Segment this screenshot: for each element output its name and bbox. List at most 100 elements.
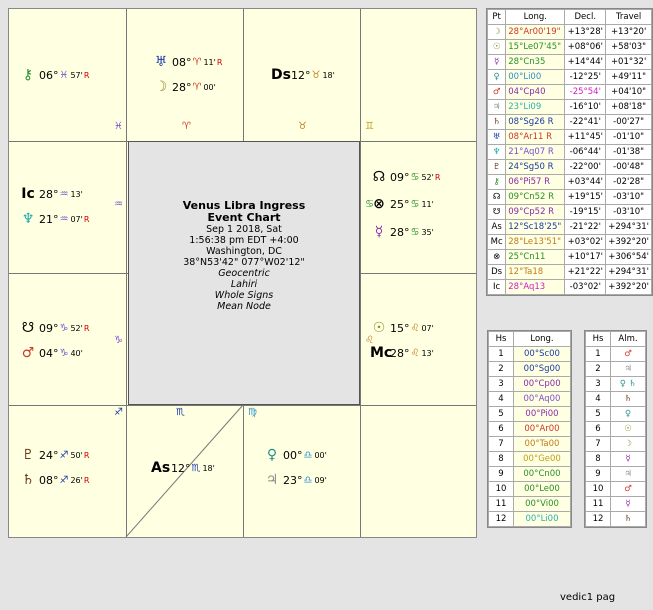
table-row: ♃ 23°Li09 -16°10' +08'18": [486, 99, 652, 115]
zodiac-icon: ♎: [303, 474, 313, 486]
table-row: ☿ 28°Cn35 +14°44' +01°32': [486, 54, 652, 70]
travel-cell: +01°32': [605, 54, 652, 70]
sign-h12-icon: ♒: [114, 199, 123, 210]
planet-icon: ☋: [486, 204, 507, 220]
planet-minute: 40': [70, 348, 83, 358]
house-number: 12: [585, 511, 611, 527]
longitude-cell: 24°Sg50 R: [505, 159, 566, 175]
planet-icon: ☿: [486, 54, 507, 70]
declination-cell: +11°45': [564, 129, 607, 145]
planet-minute: 50': [70, 450, 83, 460]
almuten-icon: ☉: [610, 421, 646, 437]
longitude-cell: 28°Ar00'19": [505, 24, 566, 40]
longitude-cell: 23°Li09: [505, 99, 566, 115]
table-row: 6 ☉: [585, 421, 646, 437]
retrograde-mark: R: [434, 172, 441, 182]
planet-position: ☋ 09° ♑ 52' R: [19, 320, 90, 336]
planet-degree: 06°: [39, 68, 59, 82]
table-row: ♆ 21°Aq07 R -06°44' -01'38": [486, 144, 652, 160]
planet-icon: ☽: [154, 79, 168, 95]
planet-minute: 07': [421, 323, 434, 333]
table-row: 9 ♃: [585, 466, 646, 482]
house-number: 6: [585, 421, 611, 437]
retrograde-mark: R: [216, 57, 223, 67]
declination-cell: +03°44': [564, 174, 607, 190]
table-row: 8 00°Ge00: [488, 451, 571, 467]
table-row: 10 ♂: [585, 481, 646, 497]
zodiac-icon: ♈: [192, 81, 202, 93]
declination-cell: +10°17': [564, 249, 607, 265]
planet-icon: ☋: [21, 320, 35, 336]
declination-cell: +19°15': [564, 189, 607, 205]
planet-minute: 52': [70, 323, 83, 333]
planet-degree: 23°: [283, 473, 303, 487]
house-number: 4: [585, 391, 611, 407]
chart-option: Whole Signs: [214, 290, 274, 301]
table-row: ♀ 00°Li00 -12°25' +49'11": [486, 69, 652, 85]
planet-degree: 09°: [39, 321, 59, 335]
planet-icon: ♀: [486, 69, 507, 85]
longitude-cell: 28°Cn35: [505, 54, 566, 70]
table-row: 3 ♀ ♄: [585, 376, 646, 392]
almuten-icon: ☿: [610, 451, 646, 467]
house-number: 3: [585, 376, 611, 392]
declination-cell: -22°41': [564, 114, 607, 130]
table-row: 8 ☿: [585, 451, 646, 467]
planet-icon: As: [151, 460, 171, 476]
chart-option: Lahiri: [230, 279, 258, 290]
declination-cell: -06°44': [564, 144, 607, 160]
table-row: Ds 12°Ta18 +21°22' +294°31': [486, 264, 652, 280]
planet-position: ♆ 21° ♒ 07' R: [19, 211, 90, 227]
zodiac-icon: ♎: [303, 449, 313, 461]
house-number: 3: [488, 376, 514, 392]
planet-position: Mc 28° ♌ 13': [370, 345, 434, 361]
almuten-icon: ☿: [610, 496, 646, 512]
planet-position: ♂ 04° ♑ 40': [19, 345, 83, 361]
table-header: Long.: [513, 331, 571, 347]
longitude-cell: 21°Aq07 R: [505, 144, 566, 160]
rasi-chart: Venus Libra Ingress Event Chart Sep 1 20…: [8, 8, 477, 538]
zodiac-icon: ♑: [59, 347, 69, 359]
longitude-cell: 04°Cp40: [505, 84, 566, 100]
planet-position: ☉ 15° ♌ 07': [370, 320, 434, 336]
zodiac-icon: ♑: [59, 322, 69, 334]
declination-cell: +13°28': [564, 24, 607, 40]
table-row: 11 00°Vi00: [488, 496, 571, 512]
sign-h10-icon: ♐: [114, 407, 123, 418]
chart-place: Washington, DC: [206, 246, 282, 257]
planet-icon: ☽: [486, 24, 507, 40]
table-row: 4 ♄: [585, 391, 646, 407]
table-row: ♂ 04°Cp40 -25°54' +04'10": [486, 84, 652, 100]
house-cusp: 00°Pi00: [513, 406, 571, 422]
travel-cell: +58'03": [605, 39, 652, 55]
zodiac-icon: ♌: [410, 322, 420, 334]
travel-cell: -00'48": [605, 159, 652, 175]
table-row: 12 ♄: [585, 511, 646, 527]
planet-degree: 28°: [172, 80, 192, 94]
table-row: 6 00°Ar00: [488, 421, 571, 437]
table-row: ☽ 28°Ar00'19" +13°28' +13°20': [486, 24, 652, 40]
chart-option: Geocentric: [218, 268, 270, 279]
travel-cell: +294°31': [605, 219, 652, 235]
planet-position: ♄ 08° ♐ 26' R: [19, 472, 90, 488]
zodiac-icon: ♐: [59, 449, 69, 461]
house-number: 10: [488, 481, 514, 497]
planet-degree: 12°: [171, 461, 191, 475]
planet-icon: ♅: [154, 54, 168, 70]
almuten-icon: ☽: [610, 436, 646, 452]
table-row: 1 00°Sc00: [488, 346, 571, 362]
chart-option: Mean Node: [217, 301, 271, 312]
planet-minute: 11': [203, 57, 216, 67]
declination-cell: -03°02': [564, 279, 607, 295]
sign-h8-icon: ♍: [248, 407, 257, 418]
table-row: 12 00°Li00: [488, 511, 571, 527]
planet-icon: As: [486, 219, 507, 235]
planet-minute: 00': [314, 450, 327, 460]
table-header: Hs: [488, 331, 514, 347]
planet-minute: 18': [322, 70, 335, 80]
house-number: 8: [488, 451, 514, 467]
houses-table: Hs Long. 1 00°Sc00 2 00°Sg00 3 00°Cp00 4 00°Aq00 5…: [487, 330, 572, 528]
planet-icon: Ds: [486, 264, 507, 280]
travel-cell: +392°20': [605, 234, 652, 250]
sign-h1-icon: ♓: [114, 121, 123, 132]
